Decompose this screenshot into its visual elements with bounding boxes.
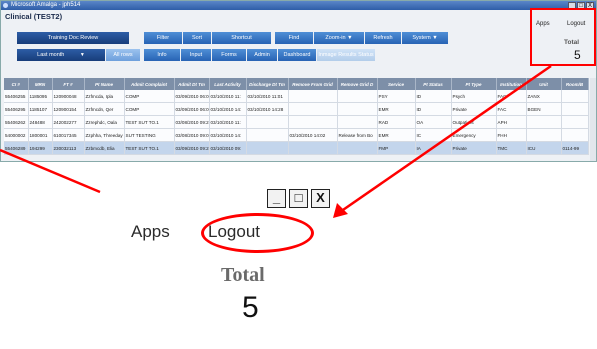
right-callout-arrow-line — [339, 64, 552, 214]
arrow-head-icon — [333, 203, 348, 218]
annotation-arrows — [0, 64, 552, 218]
left-callout-line — [0, 148, 101, 194]
